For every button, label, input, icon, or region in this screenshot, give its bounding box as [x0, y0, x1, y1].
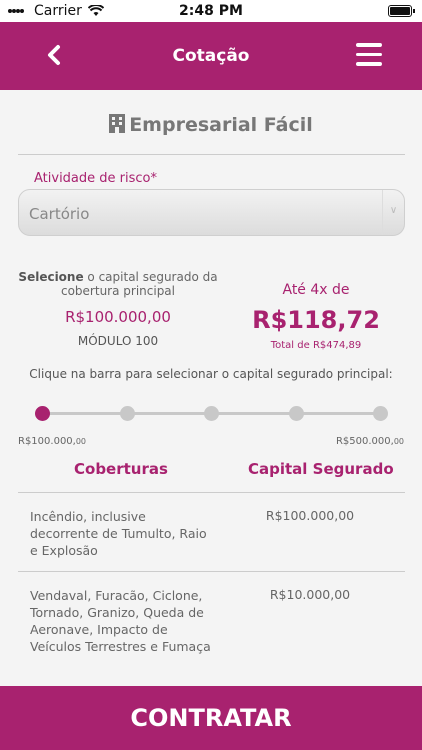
capital-instruction: Selecione o capital segurado da cobertur…	[18, 270, 218, 298]
hamburger-menu-icon[interactable]	[356, 43, 382, 67]
capital-header: Capital Segurado	[248, 460, 394, 478]
divider	[18, 492, 405, 493]
capital-slider[interactable]	[35, 406, 388, 422]
coverage-capital: R$10.000,00	[269, 587, 351, 602]
select-prefix: Selecione	[18, 270, 84, 284]
product-heading: Empresarial Fácil	[0, 114, 422, 136]
slider-step-4[interactable]	[288, 406, 304, 421]
status-time: 2:48 PM	[179, 3, 243, 19]
coverage-capital: R$100.000,00	[265, 508, 355, 523]
divider	[18, 571, 405, 572]
slider-hint: Clique na barra para selecionar o capita…	[29, 367, 393, 381]
slider-step-3[interactable]	[204, 406, 219, 421]
select-text: o capital segurado da cobertura principa…	[60, 270, 218, 298]
risk-activity-select[interactable]: Cartório ∨	[18, 189, 405, 236]
building-icon	[109, 114, 126, 133]
slider-min-label: R$100.000,00	[18, 436, 86, 447]
slider-max-label: R$500.000,00	[336, 436, 404, 447]
nav-bar: Cotação	[0, 22, 422, 90]
coverage-name: Incêndio, inclusive decorrente de Tumult…	[30, 509, 207, 558]
module-label: MÓDULO 100	[77, 334, 159, 348]
coverage-name: Vendaval, Furacão, Ciclone, Tornado, Gra…	[30, 588, 211, 654]
slider-min-cents: 00	[75, 437, 87, 446]
capital-selection-info: Selecione o capital segurado da cobertur…	[18, 270, 218, 348]
slider-min-value: R$100.000,	[18, 436, 76, 447]
slider-max-cents: 00	[393, 437, 404, 446]
product-name: Empresarial Fácil	[129, 114, 313, 136]
slider-step-5[interactable]	[373, 406, 388, 421]
risk-activity-label: Atividade de risco*	[34, 171, 157, 186]
battery-icon	[388, 5, 415, 17]
contract-button[interactable]: CONTRATAR	[0, 686, 422, 750]
risk-activity-value: Cartório	[29, 205, 90, 223]
status-bar: Carrier 2:48 PM	[0, 0, 422, 22]
selected-capital-amount: R$100.000,00	[65, 308, 171, 326]
chevron-down-icon: ∨	[382, 190, 404, 235]
slider-step-1[interactable]	[35, 406, 50, 421]
installments-label: Até 4x de	[282, 282, 350, 298]
installment-price: R$118,72	[252, 306, 380, 334]
total-price: Total de R$474,89	[270, 340, 362, 351]
coverages-header: Coberturas	[74, 460, 168, 478]
price-box: Até 4x de R$118,72 Total de R$474,89	[225, 282, 407, 351]
slider-max-value: R$500.000,	[335, 436, 394, 447]
slider-step-2[interactable]	[119, 406, 135, 421]
divider	[18, 154, 405, 155]
